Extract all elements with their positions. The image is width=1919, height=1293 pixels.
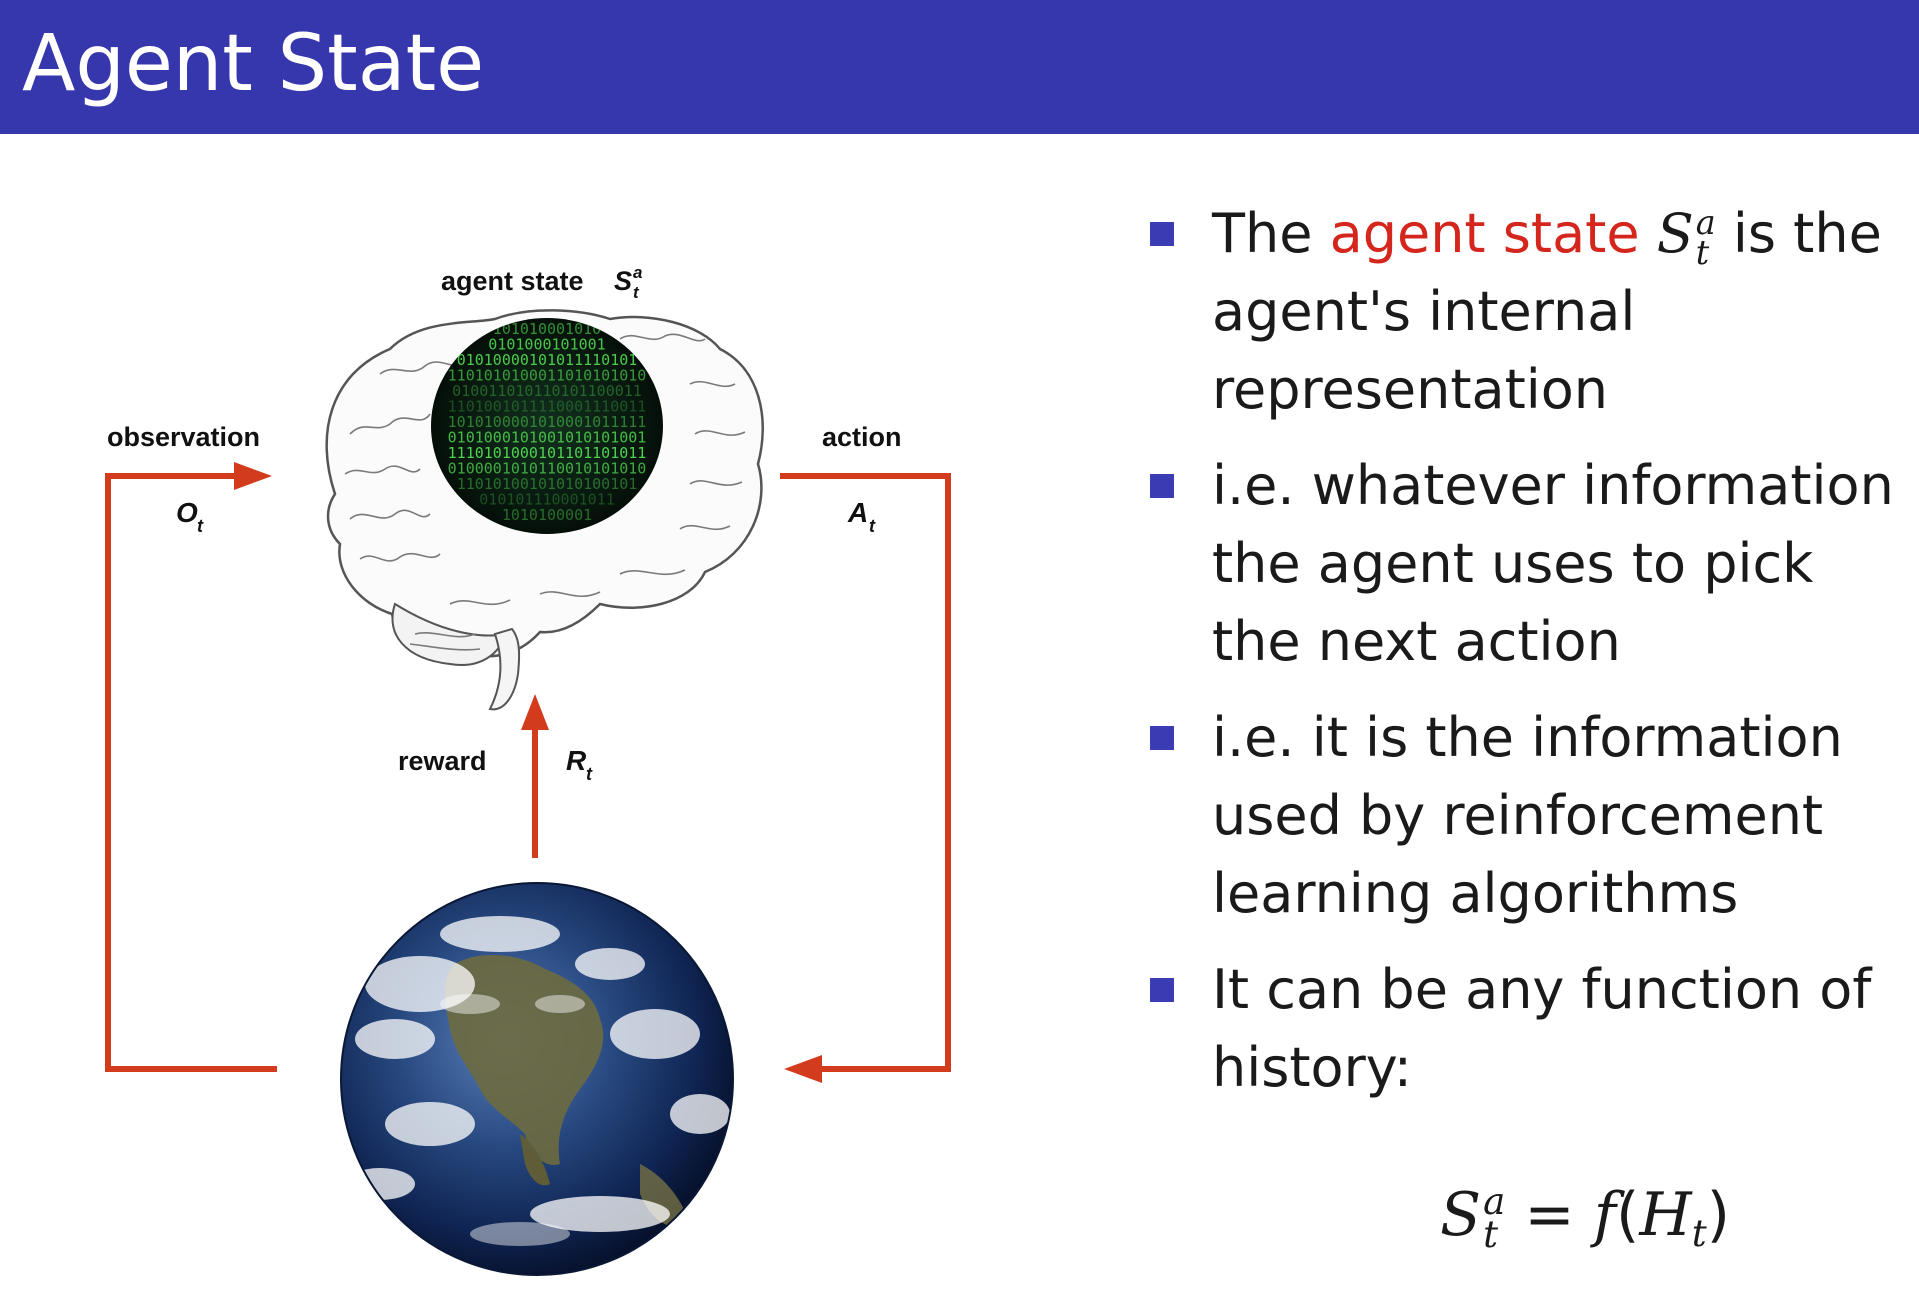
svg-text:O: O [176, 497, 198, 528]
earth-image [340, 882, 734, 1276]
binary-line: 1010100001 [502, 506, 592, 524]
svg-text:t: t [869, 516, 876, 536]
brain-image: 1010100010100101000101001010100001010111… [325, 309, 764, 711]
bullet-item: The agent state Sat is the agent's inter… [1150, 195, 1910, 429]
agent-environment-diagram: agent state S a t observation O t action… [0, 134, 1000, 1293]
slide: Agent State agent state S a t observatio… [0, 0, 1919, 1293]
svg-text:t: t [633, 283, 640, 302]
action-label: action [822, 422, 902, 452]
bullet-item: It can be any function of history: [1150, 951, 1910, 1107]
action-symbol: A t [847, 497, 876, 536]
agent-state-symbol: Sat [1656, 202, 1716, 272]
observation-arrow [105, 462, 277, 1072]
svg-text:S: S [614, 266, 632, 296]
reward-arrow [521, 694, 549, 858]
bullet-marker [1150, 978, 1174, 1002]
svg-text:R: R [566, 745, 587, 776]
observation-label: observation [107, 422, 260, 452]
reward-label: reward [398, 746, 487, 776]
bullet-list: The agent state Sat is the agent's inter… [1150, 195, 1910, 1125]
slide-title: Agent State [22, 19, 485, 109]
bullet-marker [1150, 726, 1174, 750]
bullet-marker [1150, 474, 1174, 498]
action-arrow [780, 473, 951, 1083]
agent-state-highlight: agent state [1329, 202, 1640, 265]
bullet-item: i.e. whatever information the agent uses… [1150, 447, 1910, 681]
bullet-text: i.e. whatever information the agent uses… [1212, 454, 1894, 673]
observation-symbol: O t [176, 497, 204, 536]
state-formula: Sat = f(Ht) [1440, 1178, 1731, 1257]
reward-symbol: R t [566, 745, 593, 784]
svg-text:t: t [197, 516, 204, 536]
svg-text:t: t [586, 764, 593, 784]
bullet-item: i.e. it is the information used by reinf… [1150, 699, 1910, 933]
svg-text:A: A [847, 497, 868, 528]
bullet-text: The [1212, 202, 1330, 265]
bullet-marker [1150, 222, 1174, 246]
bullet-text: It can be any function of history: [1212, 958, 1872, 1099]
svg-text:a: a [633, 263, 642, 282]
title-bar: Agent State [0, 0, 1919, 134]
agent-state-label: agent state [441, 266, 584, 296]
bullet-text: i.e. it is the information used by reinf… [1212, 706, 1843, 925]
agent-state-symbol: S a t [614, 263, 642, 302]
diagram-svg: agent state S a t observation O t action… [105, 263, 951, 1276]
